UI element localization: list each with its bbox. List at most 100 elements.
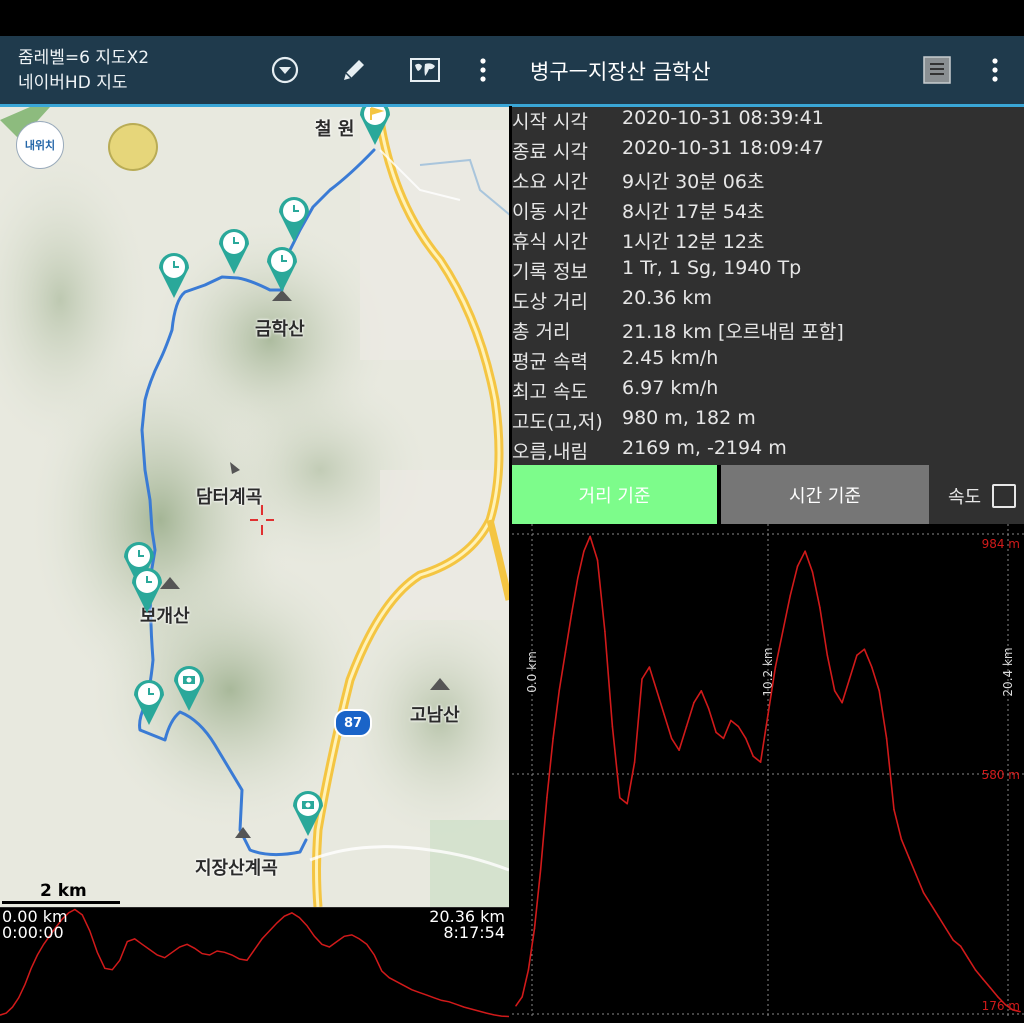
clock-marker-icon[interactable] <box>219 229 249 274</box>
elevation-point <box>521 996 523 998</box>
stat-value: 8시간 17분 54초 <box>622 201 765 223</box>
world-map-icon[interactable] <box>409 54 441 86</box>
tab-time-label: 시간 기준 <box>789 485 861 507</box>
stat-label: 오름,내림 <box>512 441 588 463</box>
elevation-point <box>915 874 917 876</box>
list-icon[interactable] <box>921 54 953 86</box>
elevation-point <box>737 725 740 728</box>
track-title: 병구ㅡ지장산 금학산 <box>530 60 711 84</box>
elevation-point <box>626 802 628 805</box>
elevation-point <box>804 550 806 552</box>
elevation-point <box>789 595 791 597</box>
y-tick-label: 984 m <box>982 537 1020 551</box>
elevation-point <box>1019 1010 1021 1013</box>
clock-marker-icon[interactable] <box>279 197 309 242</box>
elevation-point <box>774 666 777 668</box>
elevation-point <box>937 915 940 918</box>
elevation-point <box>989 987 992 989</box>
elevation-point <box>670 737 673 740</box>
elevation-point <box>604 630 606 633</box>
elevation-point <box>967 957 969 959</box>
elevation-point <box>908 856 910 858</box>
elevation-point <box>752 755 754 757</box>
map-view[interactable]: 내위치 철 원 금학산 담터계곡 보개산 고남산 지장산계곡 87 <box>0 107 509 907</box>
mini-elevation-profile[interactable]: 0.00 km 0:00:00 20.36 km 8:17:54 <box>0 907 509 1019</box>
clock-marker-icon[interactable] <box>134 680 164 725</box>
pencil-icon[interactable] <box>338 54 370 86</box>
stat-value: 2020-10-31 08:39:41 <box>622 107 824 129</box>
start-marker-icon[interactable] <box>360 107 390 145</box>
elevation-chart-svg: 0.0 km 10.2 km 20.4 km984 m580 m176 m <box>512 524 1024 1019</box>
camera-marker-icon[interactable] <box>174 666 204 711</box>
elevation-point <box>648 666 651 668</box>
elevation-point <box>715 731 717 734</box>
stat-value: 6.97 km/h <box>622 377 719 399</box>
stat-label: 총 거리 <box>512 321 571 343</box>
elevation-point <box>589 535 591 538</box>
camera-marker-icon[interactable] <box>293 791 323 836</box>
more-vertical-icon[interactable] <box>467 54 499 86</box>
elevation-point <box>952 939 955 942</box>
map-info[interactable]: 줌레벨=6 지도X2 네이버HD 지도 <box>18 46 149 96</box>
stat-value: 2020-10-31 18:09:47 <box>622 137 824 159</box>
elevation-point <box>922 892 925 894</box>
elevation-point <box>878 690 880 692</box>
road-number-badge: 87 <box>334 709 372 737</box>
clock-marker-icon[interactable] <box>159 253 189 298</box>
map-scale-label: 2 km <box>40 881 87 901</box>
elevation-point <box>707 707 710 710</box>
more-vertical-icon[interactable] <box>979 54 1011 86</box>
elevation-point <box>596 559 599 561</box>
elevation-point <box>930 903 932 906</box>
clock-marker-icon[interactable] <box>132 568 162 613</box>
elevation-point <box>685 725 688 728</box>
speed-checkbox[interactable] <box>992 484 1016 508</box>
elevation-point <box>759 761 762 763</box>
elevation-point <box>997 996 999 998</box>
elevation-point <box>796 565 799 567</box>
stat-label: 평균 속력 <box>512 351 588 373</box>
elevation-point <box>619 797 621 799</box>
elevation-point <box>564 651 567 653</box>
stat-label: 최고 속도 <box>512 381 588 403</box>
elevation-point <box>745 737 747 740</box>
mini-end-time: 8:17:54 <box>443 923 505 942</box>
elevation-point <box>693 701 695 704</box>
stat-value: 2.45 km/h <box>622 347 719 369</box>
elevation-chart[interactable]: 0.0 km 10.2 km 20.4 km 984 m 580 m 176 m <box>512 524 1024 1019</box>
chevron-down-circle-icon[interactable] <box>269 54 301 86</box>
elevation-point <box>826 654 829 656</box>
stat-label: 종료 시각 <box>512 141 588 163</box>
stat-label: 소요 시간 <box>512 171 588 193</box>
elevation-point <box>515 1004 517 1007</box>
stat-label: 기록 정보 <box>512 261 588 283</box>
waypoint-layer <box>124 107 390 836</box>
elevation-point <box>546 797 548 799</box>
elevation-point <box>811 571 814 573</box>
elevation-point <box>641 678 643 680</box>
top-app-bar <box>0 36 1024 104</box>
tab-time-basis[interactable]: 시간 기준 <box>721 465 929 524</box>
zoom-level-label: 줌레벨=6 지도X2 <box>18 48 150 68</box>
x-tick-label: 10.2 km <box>761 647 775 696</box>
elevation-point <box>1004 1003 1006 1006</box>
map-scale-bar <box>2 901 120 904</box>
elevation-point <box>1011 1009 1014 1011</box>
elevation-point <box>611 725 614 728</box>
map-source-label: 네이버HD 지도 <box>18 73 128 93</box>
clock-marker-icon[interactable] <box>267 247 297 292</box>
y-tick-label: 580 m <box>982 768 1020 782</box>
elevation-point <box>900 838 903 841</box>
elevation-point <box>819 606 821 609</box>
elevation-point <box>848 678 851 680</box>
elevation-point <box>552 737 554 740</box>
elevation-point <box>945 927 947 930</box>
stat-value: 9시간 30분 06초 <box>622 171 765 193</box>
tab-distance-label: 거리 기준 <box>578 485 651 507</box>
x-tick-label: 20.4 km <box>1001 647 1015 696</box>
elevation-point <box>974 969 977 971</box>
stat-value: 1 Tr, 1 Sg, 1940 Tp <box>622 257 802 279</box>
tab-distance-basis[interactable]: 거리 기준 <box>512 465 717 524</box>
elevation-point <box>583 550 585 552</box>
stat-label: 이동 시간 <box>512 201 588 223</box>
